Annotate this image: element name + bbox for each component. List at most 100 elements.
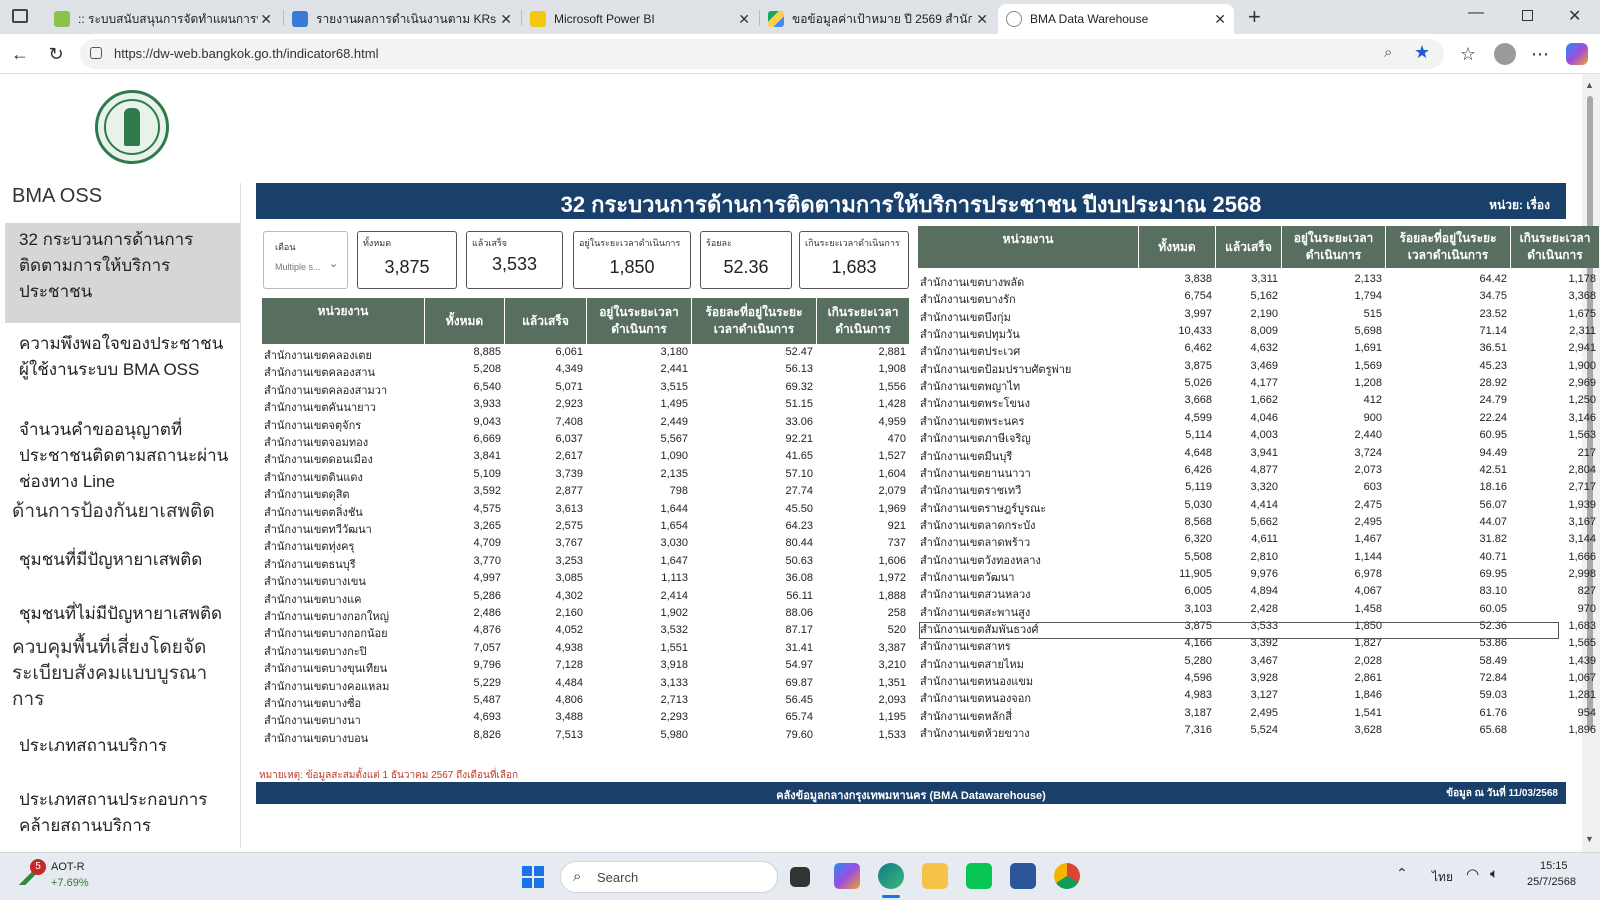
search-placeholder: Search	[597, 870, 639, 885]
site-info-icon[interactable]	[90, 47, 102, 59]
table-cell-value: 1,846	[1354, 689, 1382, 702]
volume-icon[interactable]: 🔈︎	[1490, 865, 1498, 882]
refresh-button[interactable]: ↻	[44, 42, 68, 66]
line-app-icon[interactable]	[966, 863, 992, 889]
sidebar-item-32-processes[interactable]: 32 กระบวนการด้านการ ติดตามการให้บริการ ประ…	[19, 227, 193, 305]
table-cell-value: 3,368	[1568, 290, 1596, 303]
left-table-header-col-percent[interactable]: ร้อยละที่อยู่ในระยะ เวลาดำเนินการ	[692, 298, 816, 344]
sidebar-item-drug-problem-communities[interactable]: ชุมชนที่มีปัญหายาเสพติด	[19, 547, 202, 573]
right-table-header-col-percent[interactable]: ร้อยละที่อยู่ในระยะ เวลาดำเนินการ	[1386, 226, 1510, 268]
table-cell-district: สำนักงานเขตหลักสี่	[920, 710, 1012, 723]
sidebar-item-line: คล้ายสถานบริการ	[19, 816, 152, 835]
clock-date[interactable]: 25/7/2568	[1527, 876, 1576, 888]
copilot-app-icon[interactable]	[834, 863, 860, 889]
table-cell-value: 2,486	[473, 607, 501, 619]
stock-widget[interactable]: 5 AOT-R +7.69%	[18, 859, 128, 895]
sidebar-item-drug-free-communities[interactable]: ชุมชนที่ไม่มีปัญหายาเสพติด	[19, 601, 222, 627]
more-menu-icon[interactable]: ⋯	[1528, 42, 1552, 66]
minimize-button[interactable]: —	[1468, 4, 1484, 22]
copilot-icon[interactable]	[1566, 43, 1588, 65]
file-explorer-icon[interactable]	[922, 863, 948, 889]
table-cell-value: 36.08	[785, 572, 813, 585]
input-language[interactable]: ไทย	[1432, 868, 1453, 887]
close-tab-icon[interactable]: ✕	[1214, 11, 1226, 28]
scroll-up-icon[interactable]: ▲	[1585, 80, 1594, 90]
table-cell-value: 1,178	[1568, 273, 1596, 285]
table-cell-value: 1,794	[1354, 290, 1382, 303]
sidebar-item-risk-area-control[interactable]: ควบคุมพื้นที่เสี่ยงโดยจัด ระเบียบสังคมแบบ…	[12, 635, 207, 713]
task-view-icon[interactable]	[790, 867, 810, 887]
tray-chevron-icon[interactable]: ⌃	[1396, 865, 1408, 882]
table-cell-district: สำนักงานเขตลาดพร้าว	[920, 537, 1031, 550]
close-tab-icon[interactable]: ✕	[738, 11, 750, 28]
edge-icon[interactable]	[878, 863, 904, 889]
table-cell-value: 69.95	[1479, 567, 1507, 580]
left-table-header-col-overdue[interactable]: เกินระยะเวลา ดำเนินการ	[817, 298, 909, 344]
chevron-down-icon[interactable]: ⌄	[329, 257, 338, 270]
taskbar-search[interactable]: ⌕ Search	[560, 861, 778, 893]
right-table-header-col-in-time[interactable]: อยู่ในระยะเวลา ดำเนินการ	[1282, 226, 1385, 268]
table-cell-district: สำนักงานเขตประเวศ	[920, 346, 1021, 359]
table-cell-value: 1,541	[1354, 706, 1382, 719]
favorite-star-icon[interactable]: ★	[1414, 42, 1430, 63]
sidebar-item-line-tracking[interactable]: จำนวนคำขออนุญาตที่ ประชาชนติดตามสถานะผ่าน…	[19, 417, 228, 495]
table-cell-value: 3,085	[555, 572, 583, 585]
table-cell-district: สำนักงานเขตภาษีเจริญ	[920, 433, 1031, 446]
table-cell-value: 52.47	[785, 346, 813, 358]
address-bar[interactable]: https://dw-web.bangkok.go.th/indicator68…	[80, 39, 1444, 69]
table-cell-value: 3,127	[1250, 689, 1278, 702]
table-cell-value: 3,187	[1184, 706, 1212, 719]
table-cell-value: 6,061	[555, 346, 583, 358]
browser-tab-5[interactable]: BMA Data Warehouse ✕	[998, 4, 1234, 34]
table-cell-value: 3,515	[660, 380, 688, 393]
table-cell-value: 1,195	[878, 711, 906, 724]
table-cell-value: 5,208	[473, 363, 501, 376]
right-table-header-col-overdue[interactable]: เกินระยะเวลา ดำเนินการ	[1511, 226, 1599, 268]
month-slicer[interactable]: เดือน Multiple s... ⌄	[263, 231, 348, 289]
left-table-header-col-total[interactable]: ทั้งหมด	[425, 298, 504, 344]
table-cell-value: 3,103	[1184, 602, 1212, 615]
right-table-header-col-district[interactable]: หน่วยงาน	[918, 226, 1138, 268]
start-icon[interactable]	[522, 866, 544, 888]
browser-tab-2[interactable]: รายงานผลการดำเนินงานตาม KRs ✕	[284, 4, 520, 34]
favorites-icon[interactable]: ☆	[1456, 42, 1480, 66]
sidebar-item-oss-satisfaction[interactable]: ความพึงพอใจของประชาชน ผู้ใช้งานระบบ BMA O…	[19, 331, 223, 383]
right-table-header-col-total[interactable]: ทั้งหมด	[1139, 226, 1215, 268]
right-table-header-col-completed[interactable]: แล้วเสร็จ	[1216, 226, 1281, 268]
close-window-button[interactable]: ✕	[1568, 6, 1581, 26]
close-tab-icon[interactable]: ✕	[260, 11, 272, 28]
table-cell-value: 4,046	[1250, 411, 1278, 424]
table-cell-value: 4,349	[555, 363, 583, 376]
close-tab-icon[interactable]: ✕	[976, 11, 988, 28]
tab-actions-icon[interactable]	[12, 9, 28, 23]
table-cell-value: 3,253	[555, 554, 583, 567]
tab-title: ขอข้อมูลค่าเป้าหมาย ปี 2569 สำนักงา	[792, 11, 972, 26]
close-tab-icon[interactable]: ✕	[500, 11, 512, 28]
sidebar-item-service-venue-types[interactable]: ประเภทสถานบริการ	[19, 733, 167, 759]
table-cell-value: 2,028	[1354, 654, 1382, 667]
browser-tab-1[interactable]: :: ระบบสนับสนุนการจัดทำแผนการพัฒ ✕	[46, 4, 280, 34]
browser-tab-3[interactable]: Microsoft Power BI ✕	[522, 4, 758, 34]
sidebar-item-venue-like-businesses[interactable]: ประเภทสถานประกอบการ คล้ายสถานบริการ	[19, 787, 207, 839]
table-cell-district: สำนักงานเขตป้อมปราบศัตรูพ่าย	[920, 363, 1072, 376]
new-tab-button[interactable]: +	[1248, 4, 1261, 30]
table-cell-value: 3,265	[473, 520, 501, 532]
table-cell-value: 2,713	[660, 694, 688, 706]
sidebar-section-drug-prevention[interactable]: ด้านการป้องกันยาเสพติด	[12, 499, 215, 525]
table-cell-district: สำนักงานเขตคันนายาว	[264, 402, 376, 415]
left-table-header-col-district[interactable]: หน่วยงาน	[262, 298, 424, 344]
word-icon[interactable]	[1010, 863, 1036, 889]
scroll-down-icon[interactable]: ▼	[1585, 834, 1594, 844]
profile-avatar[interactable]	[1494, 43, 1516, 65]
left-table-header-col-in-time[interactable]: อยู่ในระยะเวลา ดำเนินการ	[587, 298, 691, 344]
browser-tab-4[interactable]: ขอข้อมูลค่าเป้าหมาย ปี 2569 สำนักงา ✕	[760, 4, 996, 34]
wifi-icon[interactable]: ◠	[1466, 865, 1479, 883]
maximize-button[interactable]	[1522, 10, 1533, 21]
clock-time[interactable]: 15:15	[1540, 860, 1568, 872]
zoom-icon[interactable]: ⌕	[1384, 44, 1392, 61]
table-cell-value: 1,113	[661, 572, 688, 585]
chrome-icon[interactable]	[1054, 863, 1080, 889]
table-cell-value: 27.74	[785, 485, 813, 498]
left-table-header-col-completed[interactable]: แล้วเสร็จ	[505, 298, 586, 344]
back-button[interactable]: ←	[8, 42, 32, 66]
